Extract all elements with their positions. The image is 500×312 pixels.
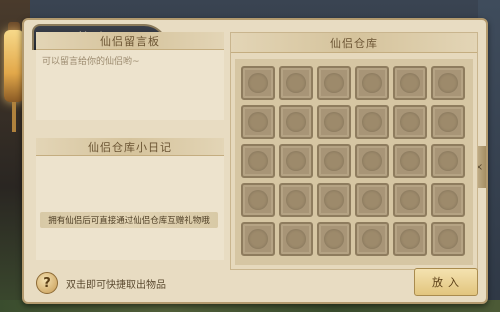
warehouse-panel: 仙侣仓库 <box>230 32 478 270</box>
diary-content: 拥有仙侣后可直接通过仙侣仓库互赠礼物哦 <box>36 156 224 260</box>
diary-title: 仙侣仓库小日记 <box>88 140 172 154</box>
warehouse-slot[interactable] <box>241 105 275 139</box>
footer-bar: ? 双击即可快捷取出物品 放入 <box>36 266 478 300</box>
warehouse-slot[interactable] <box>241 144 275 178</box>
diary-note-text: 拥有仙侣后可直接通过仙侣仓库互赠礼物哦 <box>48 216 210 226</box>
footer-hint: 双击即可快捷取出物品 <box>66 279 166 291</box>
warehouse-slot[interactable] <box>355 222 389 256</box>
warehouse-slot[interactable] <box>241 222 275 256</box>
warehouse-slot[interactable] <box>317 105 351 139</box>
warehouse-title: 仙侣仓库 <box>330 36 378 50</box>
warehouse-slot[interactable] <box>279 105 313 139</box>
warehouse-slot[interactable] <box>355 105 389 139</box>
diary-note: 拥有仙侣后可直接通过仙侣仓库互赠礼物哦 <box>40 212 218 228</box>
warehouse-slot[interactable] <box>279 222 313 256</box>
warehouse-slot[interactable] <box>355 144 389 178</box>
warehouse-slot[interactable] <box>279 66 313 100</box>
warehouse-slot[interactable] <box>355 66 389 100</box>
lantern-icon <box>4 30 24 102</box>
warehouse-slot[interactable] <box>279 183 313 217</box>
message-board-title: 仙侣留言板 <box>100 34 160 48</box>
lantern-tassel-icon <box>12 102 16 132</box>
message-board-header: 仙侣留言板 <box>36 32 224 50</box>
warehouse-header: 仙侣仓库 <box>231 33 477 53</box>
warehouse-slot[interactable] <box>279 144 313 178</box>
warehouse-slot[interactable] <box>393 222 427 256</box>
warehouse-slot[interactable] <box>393 66 427 100</box>
warehouse-slot[interactable] <box>241 183 275 217</box>
warehouse-slot[interactable] <box>393 183 427 217</box>
put-in-button[interactable]: 放入 <box>414 268 478 296</box>
put-in-button-label: 放入 <box>432 276 464 289</box>
warehouse-slot[interactable] <box>393 105 427 139</box>
warehouse-slot[interactable] <box>317 183 351 217</box>
warehouse-slot[interactable] <box>431 66 465 100</box>
warehouse-slot[interactable] <box>393 144 427 178</box>
warehouse-slot[interactable] <box>431 183 465 217</box>
diary-header: 仙侣仓库小日记 <box>36 138 224 156</box>
warehouse-slot[interactable] <box>241 66 275 100</box>
warehouse-slot[interactable] <box>317 66 351 100</box>
warehouse-slot[interactable] <box>431 105 465 139</box>
warehouse-slot[interactable] <box>431 144 465 178</box>
warehouse-grid <box>235 59 473 265</box>
warehouse-slot[interactable] <box>317 222 351 256</box>
warehouse-slot[interactable] <box>355 183 389 217</box>
help-icon[interactable]: ? <box>36 272 58 294</box>
warehouse-slot[interactable] <box>317 144 351 178</box>
help-icon-glyph: ? <box>43 275 51 291</box>
message-board-placeholder: 可以留言给你的仙侣哟~ <box>42 57 140 67</box>
left-panel: 仙侣留言板 可以留言给你的仙侣哟~ 仙侣仓库小日记 拥有仙侣后可直接通过仙侣仓库… <box>36 32 224 260</box>
warehouse-slot[interactable] <box>431 222 465 256</box>
partner-window: 仙侣 × 仙侣留言板 可以留言给你的仙侣哟~ 仙侣仓库小日记 拥有仙侣后可直接通… <box>22 18 488 304</box>
message-board-input[interactable]: 可以留言给你的仙侣哟~ <box>36 50 224 120</box>
